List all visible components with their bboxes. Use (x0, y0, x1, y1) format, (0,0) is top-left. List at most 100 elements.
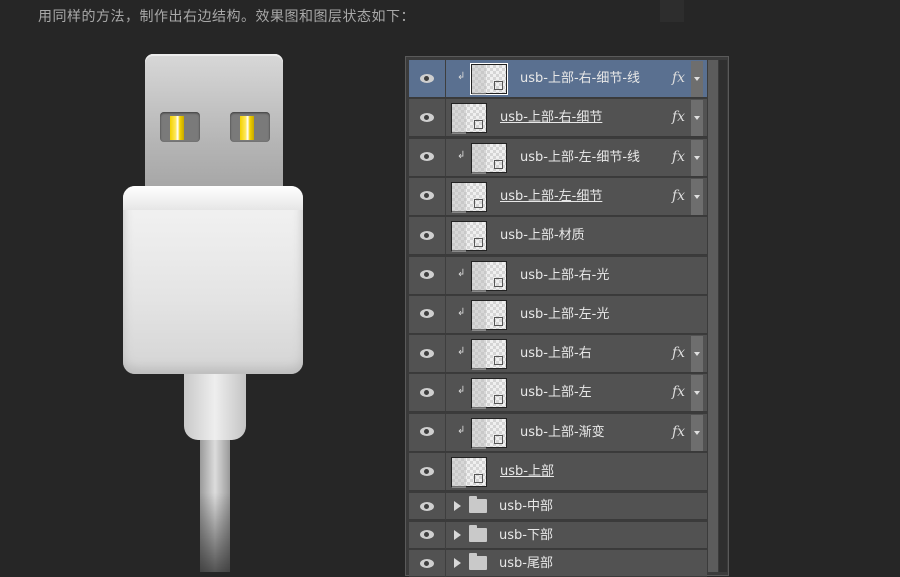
layer-row[interactable]: usb-上部-右-细节 fx (409, 99, 707, 138)
layer-name[interactable]: usb-上部-右-细节-线 (520, 60, 640, 97)
layer-thumbnail[interactable] (451, 103, 487, 135)
eye-icon[interactable] (420, 152, 434, 162)
usb-left-pin (170, 116, 184, 140)
layer-thumbnail[interactable] (471, 260, 507, 292)
layer-effects-icon[interactable]: fx (672, 188, 685, 204)
shape-preview (472, 418, 486, 449)
layer-row[interactable]: usb-上部-左-细节 fx (409, 177, 707, 216)
layer-effects-icon[interactable]: fx (672, 424, 685, 440)
layer-effects-icon[interactable]: fx (672, 149, 685, 165)
visibility-toggle[interactable] (409, 60, 446, 97)
eye-icon[interactable] (420, 309, 434, 319)
layer-name[interactable]: usb-上部-左 (520, 374, 592, 411)
eye-icon[interactable] (420, 112, 434, 122)
layer-name[interactable]: usb-上部-渐变 (520, 414, 605, 451)
visibility-toggle[interactable] (409, 453, 446, 490)
layer-row[interactable]: ↲ usb-上部-右 fx (409, 335, 707, 374)
eye-icon[interactable] (420, 427, 434, 437)
group-name[interactable]: usb-下部 (499, 522, 553, 548)
layer-row[interactable]: ↲ usb-上部-左 fx (409, 374, 707, 413)
layer-effects-icon[interactable]: fx (672, 109, 685, 125)
layer-group-row[interactable]: usb-中部 (409, 493, 707, 520)
eye-icon[interactable] (420, 230, 434, 240)
layer-thumbnail[interactable] (471, 299, 507, 331)
visibility-toggle[interactable] (409, 177, 446, 215)
layer-row[interactable]: usb-上部 (409, 453, 707, 491)
group-name[interactable]: usb-中部 (499, 493, 553, 519)
eye-icon[interactable] (420, 270, 434, 279)
visibility-toggle[interactable] (409, 374, 446, 412)
clipping-mask-icon: ↲ (457, 267, 466, 279)
eye-icon[interactable] (420, 348, 434, 358)
eye-icon[interactable] (420, 73, 434, 83)
usb-illustration (0, 0, 400, 572)
visibility-toggle[interactable] (409, 217, 446, 255)
shape-preview (472, 379, 486, 410)
shape-preview (472, 143, 486, 174)
visibility-toggle[interactable] (409, 521, 446, 549)
layer-row[interactable]: usb-上部-材质 (409, 217, 707, 256)
layer-thumbnail[interactable] (470, 63, 508, 95)
layer-thumbnail[interactable] (471, 417, 507, 449)
layer-thumbnail[interactable] (451, 221, 487, 253)
effects-expand-icon[interactable] (691, 375, 703, 412)
effects-expand-icon[interactable] (691, 414, 703, 451)
layers-scrollbar-track[interactable] (719, 60, 727, 572)
layer-name[interactable]: usb-上部 (500, 453, 554, 490)
layer-row[interactable]: ↲ usb-上部-左-光 (409, 295, 707, 334)
visibility-toggle[interactable] (409, 493, 446, 520)
visibility-toggle[interactable] (409, 256, 446, 294)
effects-expand-icon[interactable] (691, 139, 703, 176)
effects-expand-icon[interactable] (691, 61, 703, 97)
layer-effects-icon[interactable]: fx (672, 70, 685, 86)
effects-expand-icon[interactable] (691, 336, 703, 373)
layer-row[interactable]: ↲ usb-上部-左-细节-线 fx (409, 138, 707, 177)
layers-scrollbar[interactable] (708, 60, 718, 572)
usb-right-pin (240, 116, 254, 140)
visibility-toggle[interactable] (409, 138, 446, 176)
expand-triangle-icon[interactable] (454, 558, 461, 568)
layer-name[interactable]: usb-上部-左-光 (520, 296, 609, 333)
layer-name[interactable]: usb-上部-左-细节-线 (520, 139, 640, 176)
eye-icon[interactable] (420, 191, 434, 201)
expand-triangle-icon[interactable] (454, 529, 461, 540)
visibility-toggle[interactable] (409, 295, 446, 333)
eye-icon[interactable] (420, 387, 434, 397)
eye-icon[interactable] (420, 558, 434, 568)
eye-icon[interactable] (420, 530, 434, 539)
visibility-toggle[interactable] (409, 99, 446, 137)
layer-row[interactable]: ↲ usb-上部-渐变 fx (409, 413, 707, 452)
layer-thumbnail[interactable] (471, 378, 507, 410)
expand-triangle-icon[interactable] (454, 501, 461, 511)
eye-icon[interactable] (420, 466, 434, 476)
group-name[interactable]: usb-尾部 (499, 550, 553, 576)
layer-row[interactable]: ↲ usb-上部-右-光 (409, 256, 707, 295)
vector-mask-icon (474, 120, 483, 130)
effects-expand-icon[interactable] (691, 100, 703, 137)
effects-expand-icon[interactable] (691, 178, 703, 215)
visibility-toggle[interactable] (409, 335, 446, 373)
usb-metal-connector (145, 54, 283, 202)
layer-name[interactable]: usb-上部-材质 (500, 217, 585, 254)
layer-thumbnail[interactable] (451, 181, 487, 213)
layer-name[interactable]: usb-上部-右-细节 (500, 99, 602, 136)
background-strip (660, 0, 684, 22)
vector-mask-icon (494, 277, 503, 287)
layer-thumbnail[interactable] (471, 339, 507, 371)
shape-preview (472, 65, 486, 95)
layer-group-row[interactable]: usb-下部 (409, 521, 707, 549)
visibility-toggle[interactable] (409, 550, 446, 577)
layer-thumbnail[interactable] (471, 142, 507, 174)
visibility-toggle[interactable] (409, 413, 446, 451)
clipping-mask-icon: ↲ (457, 385, 466, 397)
layer-name[interactable]: usb-上部-左-细节 (500, 178, 602, 215)
layer-name[interactable]: usb-上部-右 (520, 335, 592, 372)
layer-name[interactable]: usb-上部-右-光 (520, 257, 609, 294)
layer-thumbnail[interactable] (451, 457, 487, 488)
usb-right-slot (230, 112, 270, 142)
layer-row[interactable]: ↲ usb-上部-右-细节-线 fx (409, 60, 707, 98)
layer-effects-icon[interactable]: fx (672, 345, 685, 361)
layer-group-row[interactable]: usb-尾部 (409, 550, 707, 577)
layer-effects-icon[interactable]: fx (672, 384, 685, 400)
eye-icon[interactable] (420, 501, 434, 511)
